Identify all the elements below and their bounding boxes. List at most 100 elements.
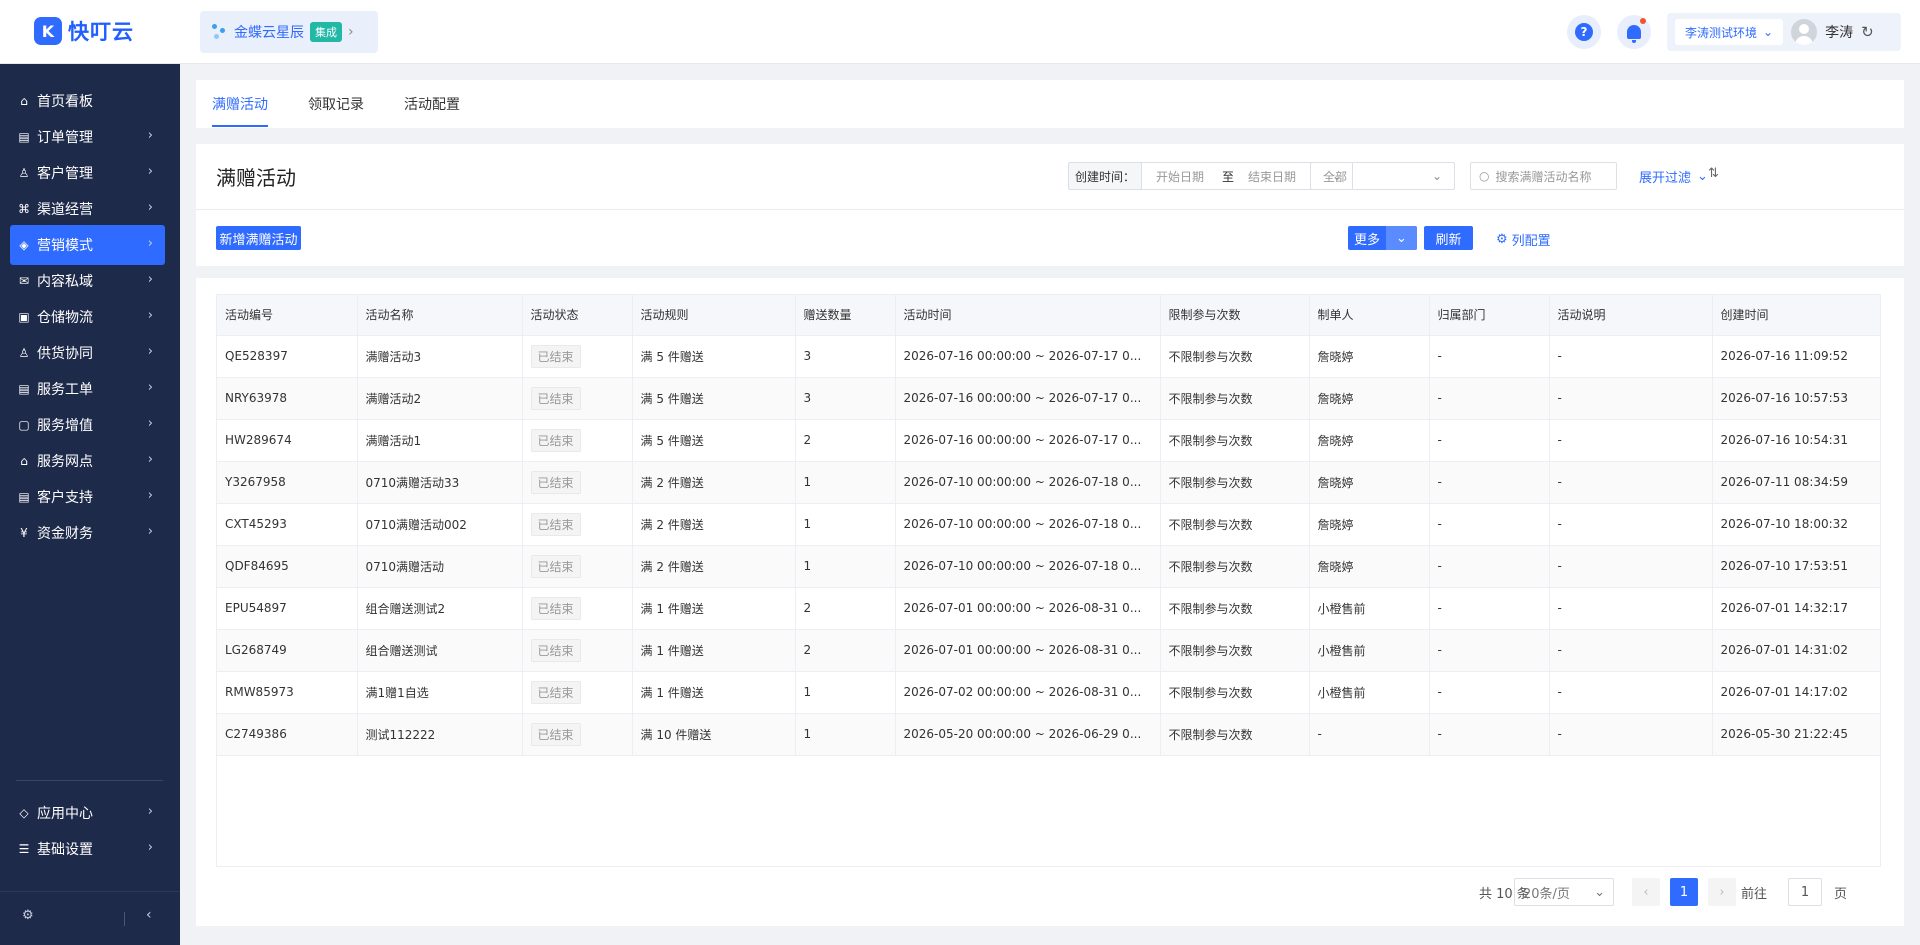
help-button[interactable]: ?	[1567, 15, 1601, 49]
sidebar-item-home[interactable]: ⌂ 首页看板	[10, 81, 165, 121]
notification-button[interactable]	[1617, 15, 1651, 49]
table-cell: 詹晓婷	[1309, 461, 1430, 504]
sidebar-item-order[interactable]: ▤ 订单管理 ›	[10, 117, 165, 157]
expand-filter-button[interactable]: 展开过滤 ⌄	[1639, 167, 1708, 186]
table-row[interactable]: HW289674 满赠活动1 已结束 满 5 件赠送 2 2026-07-16 00:00…	[217, 419, 1880, 462]
sidebar-item-app-center[interactable]: ◇ 应用中心 ›	[10, 793, 165, 833]
collapse-sidebar-icon[interactable]: ‹	[146, 907, 152, 923]
table-cell: -	[1429, 335, 1550, 378]
add-gift-activity-button[interactable]: 新增满赠活动	[216, 226, 301, 250]
column-header[interactable]: 活动名称	[357, 295, 523, 336]
sidebar-item-label: 基础设置	[37, 842, 93, 858]
table-row[interactable]: C2749386 测试112222 已结束 满 10 件赠送 1 2026-05-20 0…	[217, 713, 1880, 756]
tab-activity-config[interactable]: 活动配置	[404, 80, 460, 128]
sidebar-item-label: 服务增值	[37, 418, 93, 434]
column-config-button[interactable]: ⚙ 列配置	[1496, 230, 1551, 249]
user-name[interactable]: 李涛	[1825, 22, 1853, 42]
page-size-select[interactable]: 20条/页 ⌄	[1514, 878, 1614, 906]
goto-page-input[interactable]: 1	[1788, 878, 1822, 906]
table-cell: 不限制参与次数	[1160, 503, 1310, 546]
sidebar-item-supply[interactable]: ♙ 供货协同 ›	[10, 333, 165, 373]
tab-gift-activity[interactable]: 满赠活动	[212, 80, 268, 128]
column-header[interactable]: 活动规则	[632, 295, 796, 336]
avatar[interactable]	[1791, 19, 1818, 45]
table-cell: 2026-07-16 00:00:00 ~ 2026-07-17 0...	[895, 377, 1161, 420]
supply-icon: ♙	[18, 346, 30, 360]
chevron-down-icon[interactable]: ⌄	[1386, 226, 1417, 250]
table-row[interactable]: CXT45293 0710满赠活动002 已结束满 2 件赠送 1 2026-07-10…	[217, 503, 1880, 546]
tab-claim-records[interactable]: 领取记录	[308, 80, 364, 128]
chevron-right-icon: ›	[147, 452, 153, 467]
prev-page-button[interactable]: ‹	[1632, 878, 1660, 906]
gift-activity-table: 活动编号 活动名称 活动状态 活动规则 赠送数量 活动时间 限制参与次数 制单人 归属部门 活动说…	[217, 295, 1880, 756]
start-date-input[interactable]: 开始日期	[1156, 168, 1204, 185]
table-body: QE528397 满赠活动3 已结束满 5 件赠送 3 2026-07-16 00:00…	[217, 335, 1880, 756]
column-header[interactable]: 制单人	[1309, 295, 1430, 336]
column-header[interactable]: 限制参与次数	[1160, 295, 1310, 336]
more-button[interactable]: 更多 ⌄	[1348, 226, 1417, 250]
column-header[interactable]: 活动状态	[522, 295, 633, 336]
refresh-button[interactable]: 刷新	[1424, 226, 1473, 250]
next-page-button[interactable]: ›	[1708, 878, 1736, 906]
column-header[interactable]: 归属部门	[1429, 295, 1550, 336]
table-cell: 2026-07-10 00:00:00 ~ 2026-07-18 0...	[895, 545, 1161, 588]
table-cell: 2026-07-16 11:09:52	[1712, 335, 1880, 378]
table-row[interactable]: RMW85973 满1赠1自选 已结束 满 1 件赠送 1 2026-07-02 00:0…	[217, 671, 1880, 714]
column-header[interactable]: 创建时间	[1712, 295, 1880, 336]
sidebar-item-finance[interactable]: ¥ 资金财务 ›	[10, 513, 165, 553]
sidebar-item-box[interactable]: ▣ 仓储物流 ›	[10, 297, 165, 337]
notification-dot	[1640, 18, 1646, 24]
column-header[interactable]: 赠送数量	[795, 295, 896, 336]
table-cell: 小橙售前	[1309, 587, 1430, 630]
table-row[interactable]: EPU54897 组合赠送测试2 已结束 满 1 件赠送 2 2026-07-01 00:…	[217, 587, 1880, 630]
table-row[interactable]: LG268749 组合赠送测试 已结束 满 1 件赠送 2 2026-07-01 00:0…	[217, 629, 1880, 672]
column-header[interactable]: 活动编号	[217, 295, 358, 336]
environment-select[interactable]: 李涛测试环境 ⌄	[1675, 19, 1784, 45]
sidebar-item-label: 客户支持	[37, 490, 93, 506]
goto-label: 前往	[1741, 886, 1768, 902]
sidebar-item-channel[interactable]: ⌘ 渠道经营 ›	[10, 189, 165, 229]
table-cell: 2026-07-10 18:00:32	[1712, 503, 1880, 546]
app-switcher[interactable]: 金蝶云星辰 集成 ›	[200, 11, 378, 53]
table-row[interactable]: NRY63978 满赠活动2 已结束 满 5 件赠送 3 2026-07-16 00:00…	[217, 377, 1880, 420]
table-cell: -	[1549, 335, 1713, 378]
app-center-icon: ◇	[19, 806, 29, 820]
sidebar-item-user[interactable]: ♙ 客户管理 ›	[10, 153, 165, 193]
table-row[interactable]: QDF84695 0710满赠活动 已结束 满 2 件赠送 1 2026-07-10 00…	[217, 545, 1880, 588]
sidebar-item-mail[interactable]: ✉ 内容私域 ›	[10, 261, 165, 301]
refresh-icon[interactable]: ↻	[1861, 23, 1874, 41]
table-cell: QDF84695	[217, 545, 358, 588]
sidebar-item-settings-list[interactable]: ☰ 基础设置 ›	[10, 829, 165, 869]
sidebar-item-support[interactable]: ▤ 客户支持 ›	[10, 477, 165, 517]
search-input[interactable]: ○ 搜索满赠活动名称	[1470, 162, 1617, 190]
table-row[interactable]: QE528397 满赠活动3 已结束 满 5 件赠送 3 2026-07-16 00:00…	[217, 335, 1880, 378]
table-cell: 2026-07-01 00:00:00 ~ 2026-08-31 0...	[895, 587, 1161, 630]
sidebar-item-store[interactable]: ⌂ 服务网点 ›	[10, 441, 165, 481]
table-cell: 已结束	[522, 335, 633, 378]
table-row[interactable]: Y3267958 0710满赠活动33 已结束 满 2 件赠送 1 2026-07-10 …	[217, 461, 1880, 504]
page-number-1[interactable]: 1	[1670, 878, 1698, 906]
table-cell: -	[1429, 713, 1550, 756]
app-logo[interactable]: K 快叮云	[34, 16, 134, 46]
column-header[interactable]: 活动说明	[1549, 295, 1713, 336]
table-cell: 小橙售前	[1309, 671, 1430, 714]
chevron-right-icon: ›	[147, 200, 153, 215]
table-cell: C2749386	[217, 713, 358, 756]
header-card: 满赠活动 创建时间： 开始日期 至 结束日期 ⌄ 全部 ⌄ ○ 搜索满赠活动名称…	[196, 144, 1904, 266]
gear-icon[interactable]: ⚙	[22, 908, 34, 923]
sort-icon[interactable]: ⇅	[1708, 166, 1719, 181]
sidebar-item-label: 渠道经营	[37, 202, 93, 218]
channel-icon: ⌘	[18, 202, 30, 216]
status-select[interactable]: 全部 ⌄	[1310, 162, 1455, 190]
table-cell: 已结束	[522, 587, 633, 630]
end-date-input[interactable]: 结束日期	[1248, 168, 1296, 185]
table-cell: 2	[795, 587, 896, 630]
table-cell: 詹晓婷	[1309, 335, 1430, 378]
column-header[interactable]: 活动时间	[895, 295, 1161, 336]
sidebar-item-tag[interactable]: ◈ 营销模式 ›	[10, 225, 165, 265]
sidebar-item-ticket[interactable]: ▤ 服务工单 ›	[10, 369, 165, 409]
sidebar-item-bag[interactable]: ▢ 服务增值 ›	[10, 405, 165, 445]
table-cell: -	[1309, 713, 1430, 756]
sidebar-item-label: 内容私域	[37, 274, 93, 290]
sidebar-item-label: 服务工单	[37, 382, 93, 398]
